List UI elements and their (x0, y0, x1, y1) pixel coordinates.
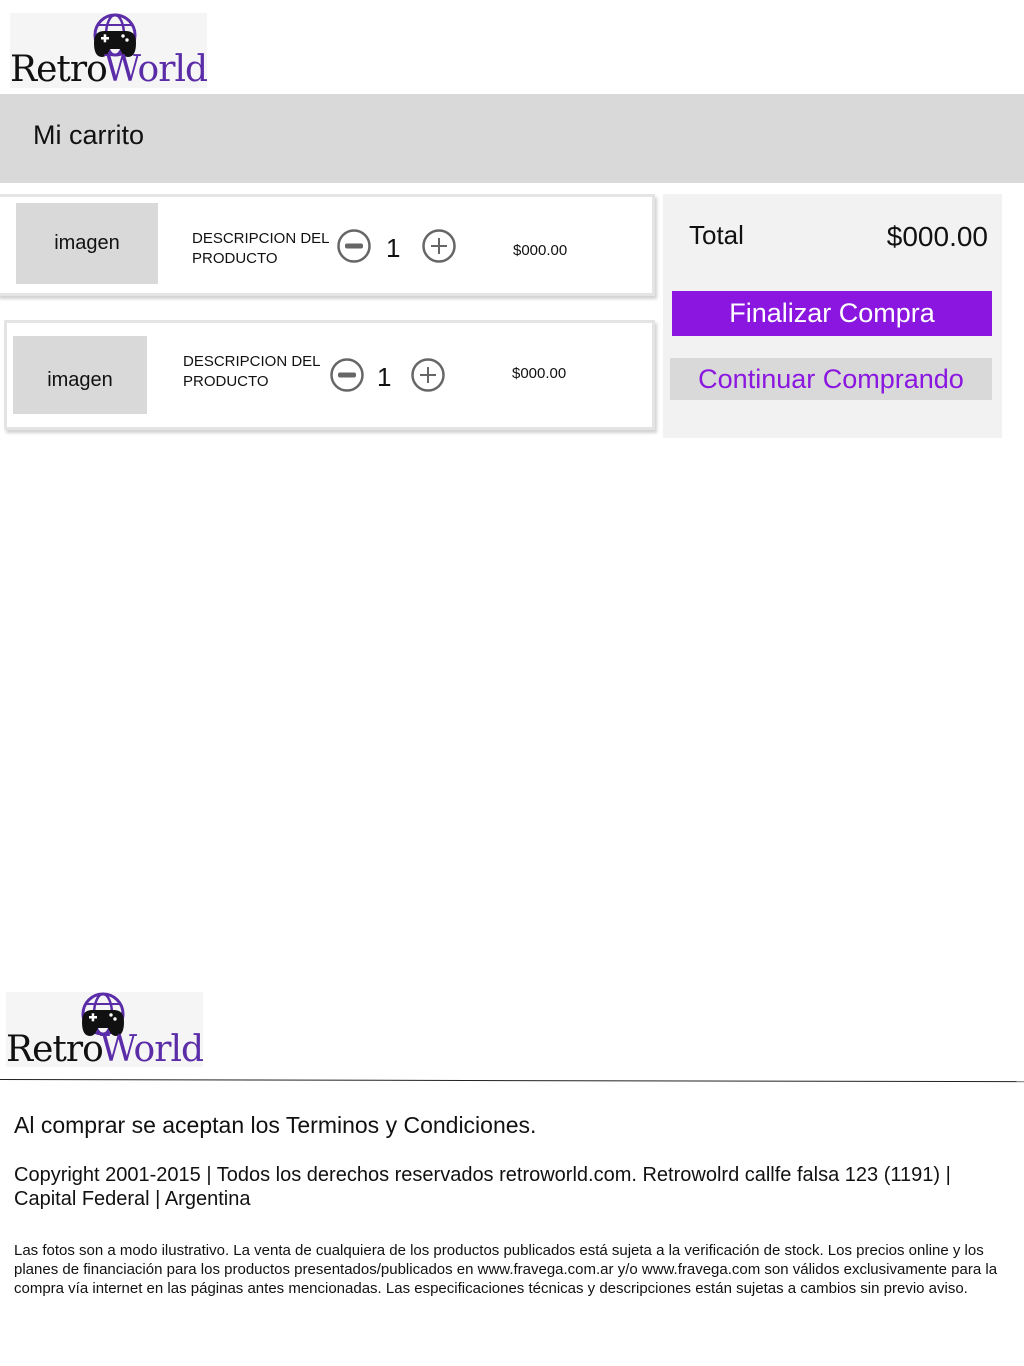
product-image[interactable]: imagen (16, 203, 158, 284)
product-image-label: imagen (47, 369, 113, 391)
decrease-quantity-button[interactable] (330, 358, 364, 392)
total-label: Total (689, 220, 744, 250)
product-image-label: imagen (54, 232, 120, 254)
increase-quantity-button[interactable] (422, 229, 456, 263)
product-image[interactable]: imagen (13, 336, 147, 414)
cart-item: imagen DESCRIPCION DEL PRODUCTO 1 $000.0… (4, 320, 655, 430)
disclaimer-text: Las fotos son a modo ilustrativo. La ven… (14, 1242, 998, 1297)
order-summary: Total $000.00 Finalizar Compra Continuar… (663, 194, 1002, 438)
increase-quantity-button[interactable] (411, 358, 445, 392)
cart-item: imagen DESCRIPCION DEL PRODUCTO 1 $000.0… (0, 194, 655, 296)
copyright-text: Copyright 2001-2015 | Todos los derechos… (14, 1164, 951, 1210)
quantity-value: 1 (377, 362, 392, 392)
brand-name-retro: Retro (6, 1029, 104, 1070)
terms-text: Al comprar se aceptan los Terminos y Con… (14, 1112, 537, 1138)
header-logo[interactable]: Retro World (10, 13, 208, 90)
page-title: Mi carrito (33, 120, 145, 150)
brand-name-world: World (100, 1029, 204, 1070)
page-header: Mi carrito (0, 94, 1024, 183)
continue-shopping-button[interactable]: Continuar Comprando (670, 358, 992, 400)
product-description: DESCRIPCION DEL PRODUCTO (192, 230, 329, 267)
product-price: $000.00 (512, 365, 567, 382)
footer-divider (0, 1079, 1024, 1083)
decrease-quantity-button[interactable] (337, 229, 371, 263)
footer-logo[interactable]: Retro World (6, 992, 204, 1070)
quantity-value: 1 (386, 233, 401, 263)
brand-name-world: World (104, 49, 208, 90)
checkout-button[interactable]: Finalizar Compra (672, 291, 992, 336)
total-value: $000.00 (886, 221, 988, 252)
product-price: $000.00 (513, 242, 568, 259)
brand-name-retro: Retro (10, 49, 108, 90)
product-description: DESCRIPCION DEL PRODUCTO (183, 353, 320, 390)
